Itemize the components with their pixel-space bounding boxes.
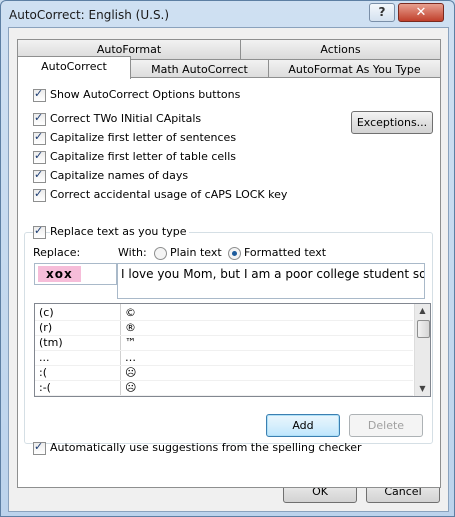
first-sentence-checkbox[interactable] — [33, 130, 46, 145]
list-scrollbar[interactable]: ▲ ▼ — [414, 304, 430, 396]
table-row[interactable]: (c) © — [35, 305, 413, 321]
show-buttons-label: Show AutoCorrect Options buttons — [50, 88, 241, 101]
table-row[interactable]: :-(☹ — [35, 380, 413, 396]
first-table-checkbox[interactable] — [33, 149, 46, 164]
two-initial-label: Correct TWo INitial CApitals — [50, 112, 202, 125]
caps-lock-label: Correct accidental usage of cAPS LOCK ke… — [50, 188, 288, 201]
delete-button[interactable]: Delete — [349, 414, 423, 437]
formatted-text-label: Formatted text — [244, 246, 327, 259]
scroll-thumb[interactable] — [417, 320, 430, 338]
spelling-suggestions-checkbox[interactable] — [33, 440, 46, 455]
table-row[interactable]: ...… — [35, 350, 413, 366]
scroll-up-icon[interactable]: ▲ — [415, 304, 430, 318]
close-button[interactable]: ✕ — [398, 3, 444, 22]
replace-label: Replace: — [33, 246, 81, 259]
with-label: With: — [118, 246, 147, 259]
autocorrect-entries-list[interactable]: (c) © (r) ® (tm) ™ ...… :(☹ :-(☹ ▲ ▼ — [34, 303, 431, 397]
table-row[interactable]: :(☹ — [35, 365, 413, 381]
replace-text-checkbox[interactable] — [33, 224, 46, 239]
exceptions-button[interactable]: Exceptions... — [351, 111, 433, 134]
replace-input[interactable]: xox — [34, 263, 117, 285]
panel-content: Show AutoCorrect Options buttons Correct… — [9, 28, 448, 511]
dialog-client: AutoFormat Actions AutoCorrect Math Auto… — [8, 27, 449, 512]
scroll-down-icon[interactable]: ▼ — [415, 382, 430, 396]
window-title: AutoCorrect: English (U.S.) — [9, 8, 170, 22]
names-days-checkbox[interactable] — [33, 168, 46, 183]
two-initial-checkbox[interactable] — [33, 111, 46, 126]
names-days-label: Capitalize names of days — [50, 169, 189, 182]
caps-lock-checkbox[interactable] — [33, 187, 46, 202]
show-buttons-checkbox[interactable] — [33, 87, 46, 102]
help-button[interactable]: ? — [369, 3, 395, 22]
with-input[interactable]: I love you Mom, but I am a poor college … — [117, 263, 425, 299]
plain-text-label: Plain text — [170, 246, 222, 259]
with-value: I love you Mom, but I am a poor college … — [121, 267, 425, 281]
replace-value: xox — [38, 266, 81, 282]
autocorrect-dialog: AutoCorrect: English (U.S.) ? ✕ AutoForm… — [0, 0, 455, 517]
first-sentence-label: Capitalize first letter of sentences — [50, 131, 237, 144]
plain-text-radio[interactable] — [154, 247, 167, 260]
add-button[interactable]: Add — [266, 414, 340, 437]
table-row[interactable]: (tm) ™ — [35, 335, 413, 351]
spelling-suggestions-label: Automatically use suggestions from the s… — [50, 441, 362, 454]
formatted-text-radio[interactable] — [228, 247, 241, 260]
table-row[interactable]: (r) ® — [35, 320, 413, 336]
replace-text-label: Replace text as you type — [50, 225, 190, 238]
first-table-label: Capitalize first letter of table cells — [50, 150, 237, 163]
